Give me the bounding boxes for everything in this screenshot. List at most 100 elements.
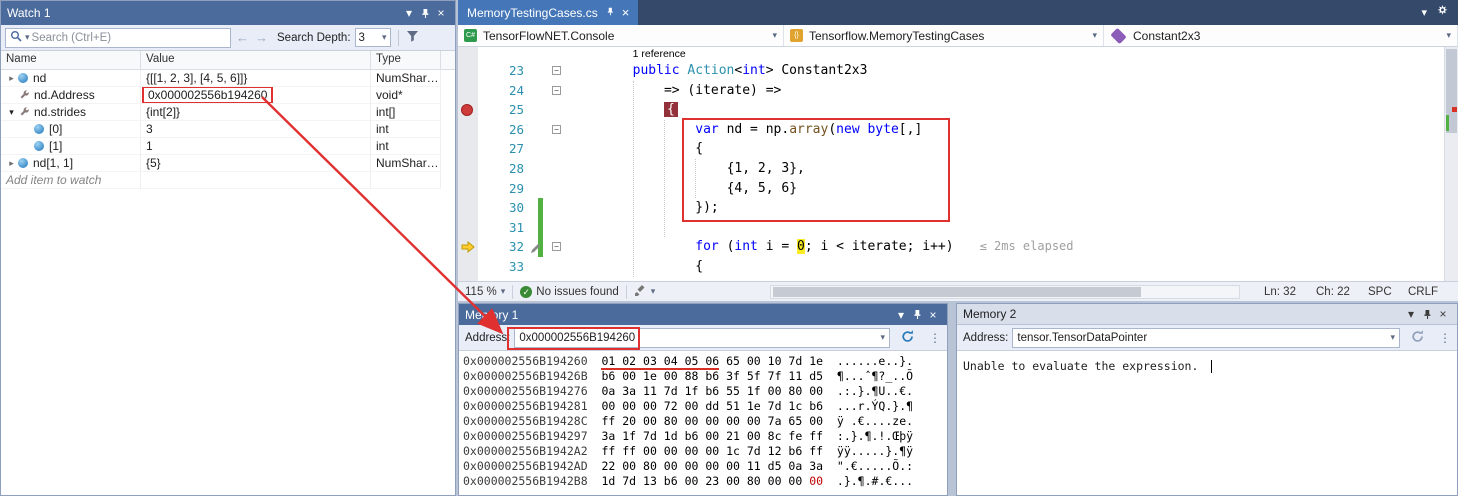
code-line[interactable]: 25{ [458, 100, 1458, 120]
code-text[interactable]: public Action<int> Constant2x3 [566, 61, 1458, 81]
expander-expanded-icon[interactable]: ▾ [5, 107, 18, 118]
filter-icon[interactable] [406, 30, 420, 46]
toolbar-overflow-icon[interactable]: ⋮ [929, 331, 941, 345]
code-line[interactable]: 27{ [458, 139, 1458, 159]
code-cleanup-control[interactable]: ▾ [627, 282, 663, 301]
watch-value-cell[interactable]: {int[2]} [141, 104, 371, 121]
window-menu-icon[interactable]: ▾ [401, 5, 417, 21]
breakpoint-gutter[interactable] [458, 81, 478, 101]
refresh-icon[interactable] [900, 329, 915, 347]
window-menu-icon[interactable]: ▾ [1403, 306, 1419, 322]
expander-collapsed-icon[interactable]: ▸ [5, 73, 18, 84]
watch-value-cell[interactable]: 0x000002556b194260 [141, 87, 371, 104]
watch-name-cell[interactable]: ▾nd.strides [1, 104, 141, 121]
code-line[interactable]: 26−var nd = np.array(new byte[,] [458, 120, 1458, 140]
outline-margin[interactable]: − [544, 81, 566, 101]
collapse-region-icon[interactable]: − [552, 125, 561, 134]
outline-margin[interactable] [544, 159, 566, 179]
breakpoint-gutter[interactable] [458, 61, 478, 81]
tab-memorytestingcases[interactable]: MemoryTestingCases.cs × [458, 0, 638, 25]
tab-pin-icon[interactable] [605, 6, 615, 20]
close-icon[interactable]: × [925, 307, 941, 323]
code-text[interactable]: => (iterate) => [566, 81, 1458, 101]
outline-margin[interactable] [544, 257, 566, 277]
watch-row[interactable]: [0]3int [1, 121, 455, 138]
code-text[interactable]: { [566, 100, 1458, 120]
memory2-address-input[interactable] [1017, 332, 1390, 344]
code-line[interactable]: 32−for (int i = 0; i < iterate; i++)≤ 2m… [458, 237, 1458, 257]
search-options-caret-icon[interactable]: ▾ [25, 32, 30, 43]
outline-margin[interactable] [544, 100, 566, 120]
add-item-to-watch[interactable]: Add item to watch [1, 172, 141, 189]
breakpoint-gutter[interactable] [458, 179, 478, 199]
memory-row[interactable]: 0x000002556B1942AD 22 00 80 00 00 00 00 … [463, 459, 947, 474]
code-text[interactable]: { [566, 139, 1458, 159]
breakpoint-gutter[interactable] [458, 120, 478, 140]
memory-dump[interactable]: 0x000002556B194260 01 02 03 04 05 06 65 … [459, 351, 947, 489]
collapse-region-icon[interactable]: − [552, 242, 561, 251]
breakpoint-icon[interactable] [461, 104, 473, 116]
watch-row[interactable]: [1]1int [1, 138, 455, 155]
zoom-control[interactable]: 115 % ▾ [458, 282, 512, 301]
code-text[interactable]: }); [566, 198, 1458, 218]
code-line[interactable]: 30}); [458, 198, 1458, 218]
watch-name-cell[interactable]: ▸nd [1, 70, 141, 87]
tab-close-icon[interactable]: × [622, 5, 630, 20]
code-line[interactable]: 33{ [458, 257, 1458, 277]
code-text[interactable]: for (int i = 0; i < iterate; i++)≤ 2ms e… [566, 237, 1458, 257]
document-list-caret-icon[interactable]: ▾ [1421, 6, 1427, 19]
memory-row[interactable]: 0x000002556B194276 0a 3a 11 7d 1f b6 55 … [463, 384, 947, 399]
code-text-area[interactable]: 1 reference23−public Action<int> Constan… [458, 47, 1458, 281]
gear-icon[interactable] [1436, 5, 1449, 21]
outline-margin[interactable]: − [544, 120, 566, 140]
column-value[interactable]: Value [141, 51, 371, 69]
code-text[interactable] [566, 218, 1458, 238]
collapse-region-icon[interactable]: − [552, 86, 561, 95]
watch-name-cell[interactable]: [1] [1, 138, 141, 155]
search-depth-combo[interactable]: 3 ▾ [355, 28, 391, 47]
watch-name-cell[interactable]: ▸nd[1, 1] [1, 155, 141, 172]
breakpoint-gutter[interactable] [458, 257, 478, 277]
code-line[interactable]: 28{1, 2, 3}, [458, 159, 1458, 179]
outline-margin[interactable]: − [544, 237, 566, 257]
close-icon[interactable]: × [433, 5, 449, 21]
project-dropdown[interactable]: C# TensorFlowNET.Console ▾ [458, 25, 784, 46]
code-line[interactable]: 29{4, 5, 6} [458, 179, 1458, 199]
member-dropdown[interactable]: Constant2x3 ▾ [1104, 25, 1458, 46]
memory1-address-combo[interactable]: ▾ [514, 328, 890, 348]
memory2-address-combo[interactable]: ▾ [1012, 328, 1400, 348]
issues-indicator[interactable]: ✓ No issues found [513, 282, 625, 301]
code-text[interactable]: { [566, 257, 1458, 277]
code-text[interactable]: var nd = np.array(new byte[,] [566, 120, 1458, 140]
watch-row[interactable]: nd.Address0x000002556b194260void* [1, 87, 455, 104]
pin-icon[interactable] [1419, 306, 1435, 322]
search-prev-icon[interactable]: ← [235, 30, 250, 45]
breakpoint-gutter[interactable] [458, 218, 478, 238]
breakpoint-gutter[interactable] [458, 159, 478, 179]
watch-value-cell[interactable]: 3 [141, 121, 371, 138]
memory2-message-area[interactable]: Unable to evaluate the expression. [957, 351, 1457, 373]
column-type[interactable]: Type [371, 51, 441, 69]
memory-row[interactable]: 0x000002556B19428C ff 20 00 80 00 00 00 … [463, 414, 947, 429]
code-text[interactable]: {4, 5, 6} [566, 179, 1458, 199]
column-name[interactable]: Name [1, 51, 141, 69]
watch-name-cell[interactable]: [0] [1, 121, 141, 138]
watch-row[interactable]: ▸nd[1, 1]{5}NumShar… [1, 155, 455, 172]
search-next-icon[interactable]: → [254, 30, 269, 45]
outline-margin[interactable] [544, 179, 566, 199]
memory-row[interactable]: 0x000002556B19426B b6 00 1e 00 88 b6 3f … [463, 369, 947, 384]
pin-icon[interactable] [417, 5, 433, 21]
breakpoint-gutter[interactable] [458, 139, 478, 159]
expander-collapsed-icon[interactable]: ▸ [5, 158, 18, 169]
class-dropdown[interactable]: {} Tensorflow.MemoryTestingCases ▾ [784, 25, 1104, 46]
memory-row[interactable]: 0x000002556B194281 00 00 00 72 00 dd 51 … [463, 399, 947, 414]
refresh-icon[interactable] [1410, 329, 1425, 347]
collapse-region-icon[interactable]: − [552, 66, 561, 75]
chevron-down-icon[interactable]: ▾ [1390, 332, 1395, 343]
watch-row[interactable]: ▾nd.strides{int[2]}int[] [1, 104, 455, 121]
watch-value-cell[interactable]: 1 [141, 138, 371, 155]
memory-row[interactable]: 0x000002556B1942B8 1d 7d 13 b6 00 23 00 … [463, 474, 947, 489]
watch-name-cell[interactable]: nd.Address [1, 87, 141, 104]
watch-search-box[interactable]: ▾ [5, 28, 231, 48]
code-line[interactable]: 31 [458, 218, 1458, 238]
